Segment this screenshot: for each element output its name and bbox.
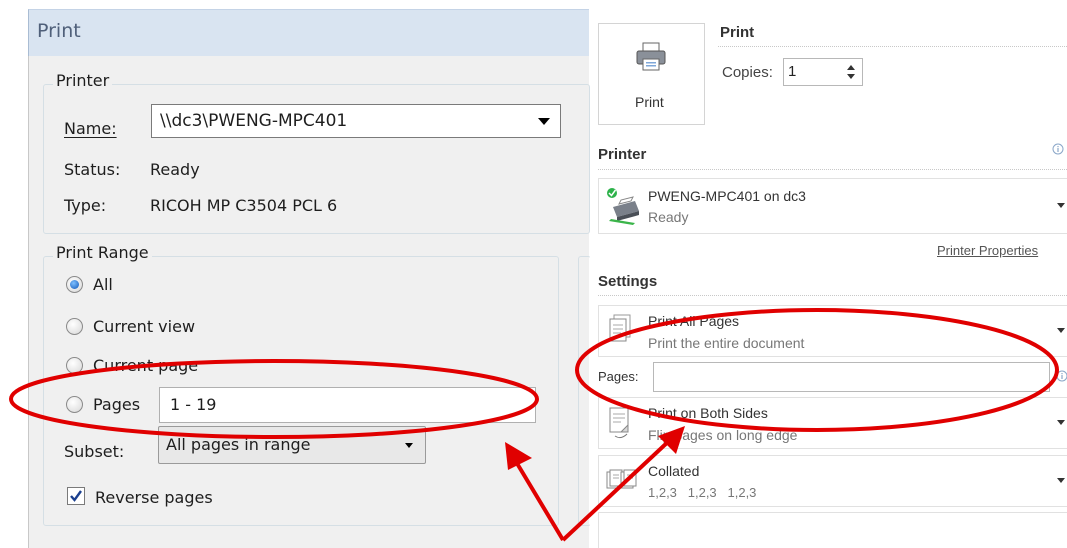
radio-current-view-indicator: [66, 318, 83, 335]
printer-ready-icon: [607, 188, 639, 225]
radio-all-label: All: [93, 275, 113, 294]
info-icon[interactable]: [1052, 143, 1064, 155]
print-button-label: Print: [635, 94, 664, 110]
radio-current-page-label: Current page: [93, 356, 199, 375]
printer-select[interactable]: PWENG-MPC401 on dc3 Ready: [598, 178, 1067, 234]
copies-value: 1: [788, 63, 797, 80]
divider: [718, 46, 1067, 47]
print-button[interactable]: Print: [598, 23, 705, 125]
name-label: Name:: [64, 119, 117, 138]
dialog-title: Print: [37, 20, 81, 42]
type-label: Type:: [64, 196, 107, 215]
duplex-title: Print on Both Sides: [648, 405, 768, 421]
type-value: RICOH MP C3504 PCL 6: [150, 196, 338, 215]
print-heading: Print: [720, 24, 755, 41]
copies-label: Copies:: [722, 64, 773, 81]
printer-name-value: \\dc3\PWENG-MPC401: [160, 111, 348, 131]
spinner-arrows-icon[interactable]: [846, 62, 856, 82]
printer-icon: [636, 42, 666, 71]
dialog-title-bar: Print: [28, 9, 589, 56]
radio-pages-label: Pages: [93, 395, 141, 414]
radio-pages-indicator: [66, 396, 83, 413]
divider: [598, 169, 1067, 170]
checkmark-icon: [70, 490, 82, 502]
settings-heading: Settings: [598, 273, 658, 290]
chevron-down-icon: [1057, 328, 1065, 333]
print-what-title: Print All Pages: [648, 313, 740, 329]
print-what-subtitle: Print the entire document: [648, 335, 805, 351]
duplex-icon: [609, 407, 629, 439]
printer-heading: Printer: [598, 146, 647, 163]
chevron-down-icon: [1057, 478, 1065, 483]
chevron-down-icon: [538, 118, 550, 125]
radio-current-view-label: Current view: [93, 317, 196, 336]
print-range-title: Print Range: [53, 243, 152, 262]
printer-properties-link[interactable]: Printer Properties: [937, 243, 1038, 258]
printer-name-select[interactable]: \\dc3\PWENG-MPC401: [151, 104, 561, 138]
radio-pages[interactable]: Pages: [66, 395, 156, 417]
collation-subtitle: 1,2,3 1,2,3 1,2,3: [648, 485, 757, 500]
printer-group-title: Printer: [53, 71, 113, 90]
status-label: Status:: [64, 160, 121, 179]
next-setting-row[interactable]: [598, 512, 1067, 548]
pages-input[interactable]: [653, 362, 1050, 392]
copies-spinner[interactable]: 1: [783, 58, 863, 86]
subset-select[interactable]: All pages in range: [158, 426, 426, 464]
radio-current-page[interactable]: Current page: [66, 356, 246, 378]
pages-range-value: 1 - 19: [170, 395, 217, 414]
printer-name: PWENG-MPC401 on dc3: [648, 188, 806, 204]
radio-all-indicator: [66, 276, 83, 293]
reverse-pages-label: Reverse pages: [95, 488, 213, 507]
pages-range-input[interactable]: 1 - 19: [159, 387, 536, 423]
status-value: Ready: [150, 160, 200, 179]
radio-current-view[interactable]: Current view: [66, 317, 246, 339]
divider: [598, 295, 1067, 296]
info-icon[interactable]: [1056, 370, 1067, 382]
print-dialog-classic: Print Printer Name: \\dc3\PWENG-MPC401 S…: [0, 0, 591, 548]
pages-icon: [609, 314, 631, 342]
chevron-down-icon: [1057, 203, 1065, 208]
subset-label: Subset:: [64, 442, 125, 461]
chevron-down-icon: [405, 443, 413, 448]
radio-all[interactable]: All: [66, 275, 196, 297]
duplex-subtitle: Flip pages on long edge: [648, 427, 798, 443]
collated-icon: [606, 469, 637, 489]
collation-select[interactable]: Collated 1,2,3 1,2,3 1,2,3: [598, 455, 1067, 507]
radio-current-page-indicator: [66, 357, 83, 374]
duplex-select[interactable]: Print on Both Sides Flip pages on long e…: [598, 397, 1067, 449]
collation-title: Collated: [648, 463, 700, 479]
print-backstage-pane: Print Print Copies: 1 Printer PWENG-MPC4…: [590, 0, 1067, 548]
printer-status: Ready: [648, 209, 689, 225]
print-what-select[interactable]: Print All Pages Print the entire documen…: [598, 305, 1067, 357]
pages-label: Pages:: [598, 369, 639, 384]
reverse-pages-checkbox[interactable]: [67, 487, 85, 505]
chevron-down-icon: [1057, 420, 1065, 425]
subset-value: All pages in range: [166, 435, 311, 454]
